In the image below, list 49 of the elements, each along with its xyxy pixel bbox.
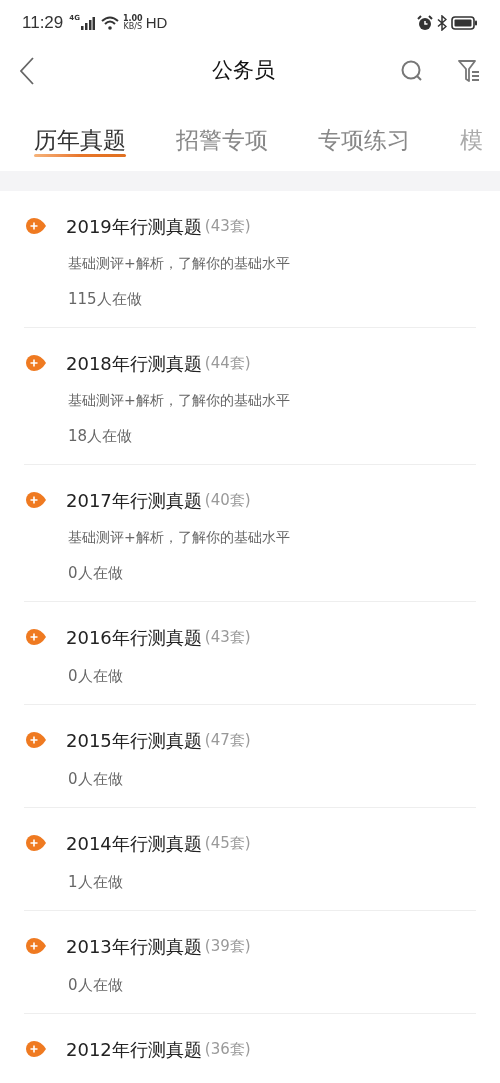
item-title[interactable]: 2014年行测真题 [66,829,202,857]
item-count: (43套) [204,626,251,648]
item-count: (43套) [204,215,251,237]
filter-button[interactable] [458,59,480,83]
search-button[interactable] [400,59,424,83]
alarm-icon [417,15,433,31]
item-count: (39套) [204,935,251,957]
page-title: 公务员 [211,57,275,85]
plus-badge-icon [26,629,46,645]
item-title[interactable]: 2018年行测真题 [66,349,202,377]
item-title[interactable]: 2012年行测真题 [66,1035,202,1063]
plus-badge-icon [26,938,46,954]
participant-count: 115人在做 [68,290,142,308]
plus-badge-icon [26,1041,46,1057]
item-count: (44套) [204,352,251,374]
plus-badge-icon [26,835,46,851]
plus-badge-icon [26,492,46,508]
status-time: 11:29 [22,12,64,35]
bluetooth-icon [437,15,447,31]
item-description: 基础测评+解析，了解你的基础水平 [68,529,290,545]
item-description: 基础测评+解析，了解你的基础水平 [68,392,290,408]
participant-count: 1人在做 [68,873,123,891]
item-count: (45套) [204,832,251,854]
item-title[interactable]: 2019年行测真题 [66,212,202,240]
plus-badge-icon [26,218,46,234]
participant-count: 0人在做 [68,667,123,685]
item-title[interactable]: 2015年行测真题 [66,726,202,754]
hd-label: HD [145,12,168,33]
item-count: (47套) [204,729,251,751]
signal-icon [80,16,95,30]
item-count: (36套) [204,1038,251,1060]
item-description: 基础测评+解析，了解你的基础水平 [68,255,290,271]
participant-count: 18人在做 [68,427,133,445]
network-speed: 1.00 [122,15,143,23]
item-title[interactable]: 2017年行测真题 [66,486,202,514]
wifi-icon [100,16,119,30]
tab[interactable]: 历年真题 [34,110,126,166]
plus-badge-icon [26,355,46,371]
participant-count: 0人在做 [68,564,123,582]
plus-badge-icon [26,732,46,748]
participant-count: 0人在做 [68,770,123,788]
participant-count: 0人在做 [68,976,123,994]
tab[interactable]: 专项练习 [318,110,410,166]
speed-unit: KB/S [123,23,143,31]
battery-icon [451,16,478,30]
item-title[interactable]: 2013年行测真题 [66,932,202,960]
item-title[interactable]: 2016年行测真题 [66,623,202,651]
item-count: (40套) [204,489,251,511]
tab[interactable]: 招警专项 [176,110,268,166]
